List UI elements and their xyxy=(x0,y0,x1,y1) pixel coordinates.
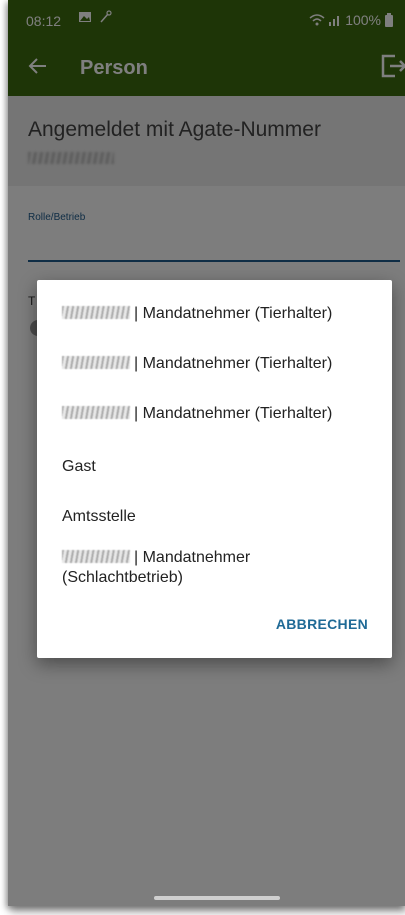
redacted-number xyxy=(62,550,130,563)
select-role-dialog: | Mandatnehmer (Tierhalter) | Mandatnehm… xyxy=(37,280,392,658)
dialog-option[interactable]: Gast xyxy=(62,457,96,477)
gesture-nav-handle[interactable] xyxy=(154,896,280,900)
redacted-number xyxy=(62,406,130,419)
option-label: | Mandatnehmer (Tierhalter) xyxy=(134,355,333,372)
option-label-line2: (Schlachtbetrieb) xyxy=(62,569,183,586)
redacted-number xyxy=(62,356,130,369)
option-label: | Mandatnehmer (Tierhalter) xyxy=(134,405,333,422)
dialog-option[interactable]: | Mandatnehmer (Tierhalter) xyxy=(62,404,332,424)
cancel-button[interactable]: ABBRECHEN xyxy=(276,616,368,632)
option-label: Amtsstelle xyxy=(62,508,136,525)
dialog-option[interactable]: Amtsstelle xyxy=(62,507,136,527)
redacted-number xyxy=(62,306,130,319)
option-label: Gast xyxy=(62,458,96,475)
phone-screen: 08:12 100% Person Angemeldet mit Agate-N… xyxy=(8,0,405,906)
dialog-option[interactable]: | Mandatnehmer (Tierhalter) xyxy=(62,354,332,374)
option-label: | Mandatnehmer (Tierhalter) xyxy=(134,305,333,322)
option-label: | Mandatnehmer xyxy=(134,549,251,566)
dialog-option[interactable]: | Mandatnehmer (Schlachtbetrieb) xyxy=(62,548,250,588)
dialog-option[interactable]: | Mandatnehmer (Tierhalter) xyxy=(62,304,332,324)
